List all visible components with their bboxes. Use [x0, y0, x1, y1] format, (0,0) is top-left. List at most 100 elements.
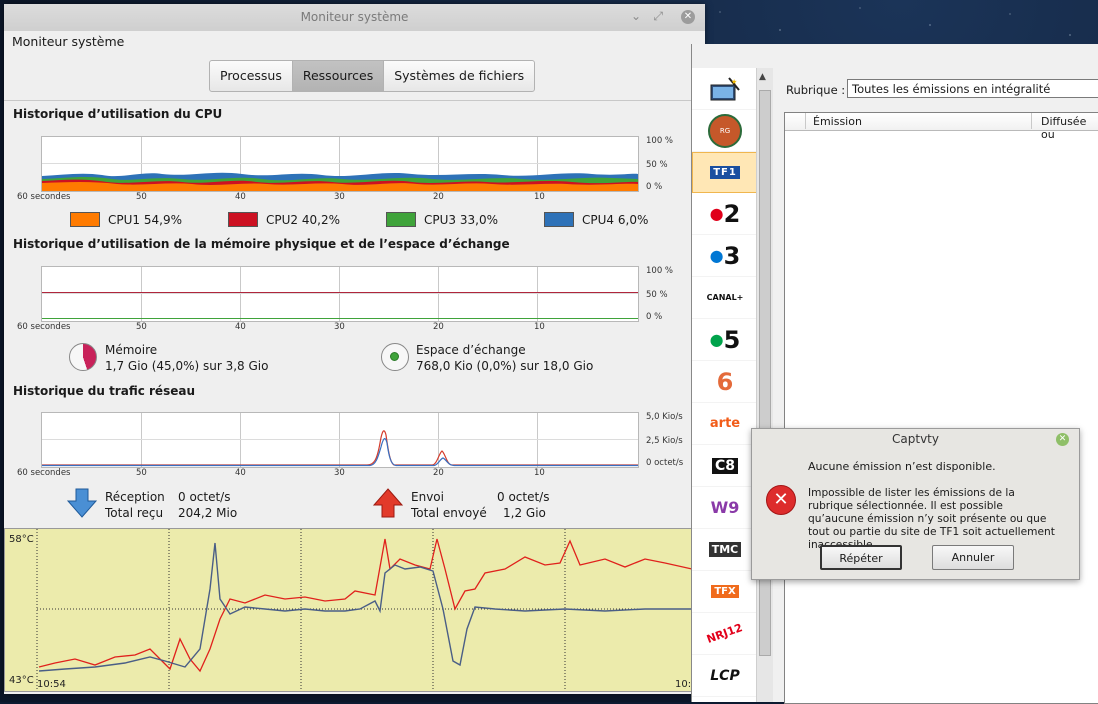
mem-x-tick: 10 — [534, 322, 545, 332]
c8-logo: C8 — [711, 457, 738, 474]
upload-arrow-icon — [373, 488, 403, 518]
channel-nrj12[interactable]: NRJ12 — [692, 613, 758, 655]
cpu-x-tick: 50 — [136, 192, 147, 202]
dialog-message-title: Aucune émission n’est disponible. — [808, 460, 996, 473]
emission-list[interactable]: Émission Diffusée ou — [784, 112, 1098, 704]
close-icon[interactable]: ✕ — [681, 10, 695, 24]
net-x-tick: 60 secondes — [17, 468, 71, 478]
cpu3-value: 33,0% — [459, 212, 498, 227]
rubrique-label: Rubrique : — [786, 83, 846, 97]
svg-text:★: ★ — [731, 78, 737, 86]
cpu3-swatch[interactable] — [386, 212, 416, 227]
net-y-tick: 0 octet/s — [646, 458, 684, 468]
tab-systemes-de-fichiers[interactable]: Systèmes de fichiers — [384, 61, 534, 91]
channel-tf1[interactable]: TF1 — [692, 152, 758, 193]
tab-bar: Processus Ressources Systèmes de fichier… — [209, 60, 536, 92]
total-received-value: 204,2 Mio — [178, 506, 238, 520]
channel-arte[interactable]: arte — [692, 403, 758, 445]
mem-x-tick: 30 — [334, 322, 345, 332]
swap-label: Espace d’échange — [416, 343, 526, 357]
cpu3-legend[interactable]: CPU3 33,0% — [386, 212, 498, 227]
temp-max-label: 58°C — [9, 534, 34, 545]
memory-value: 1,7 Gio (45,0%) sur 3,8 Gio — [105, 359, 269, 373]
cpu-x-tick: 60 secondes — [17, 192, 71, 202]
cpu1-legend[interactable]: CPU1 54,9% — [70, 212, 182, 227]
minimize-icon[interactable]: ⌄ — [631, 9, 641, 23]
channel-france-2[interactable]: ● 2 — [692, 193, 758, 235]
swap-pie-icon[interactable] — [381, 343, 409, 371]
mem-y-tick: 0 % — [646, 312, 663, 322]
cpu2-legend[interactable]: CPU2 40,2% — [228, 212, 340, 227]
memory-graph — [41, 266, 639, 322]
net-x-tick: 20 — [433, 468, 444, 478]
channel-w9[interactable]: W9 — [692, 487, 758, 529]
channel-tmc[interactable]: TMC — [692, 529, 758, 571]
cpu-x-tick: 20 — [433, 192, 444, 202]
tab-ressources[interactable]: Ressources — [292, 61, 385, 91]
cpu4-legend[interactable]: CPU4 6,0% — [544, 212, 648, 227]
cpu4-swatch[interactable] — [544, 212, 574, 227]
separator — [4, 100, 705, 101]
channel-m6[interactable]: 6 — [692, 361, 758, 403]
rubrique-select[interactable]: Toutes les émissions en intégralité — [847, 79, 1098, 98]
memory-info: Mémoire 1,7 Gio (45,0%) sur 3,8 Gio — [105, 342, 268, 374]
dialog-title: Captvty — [892, 432, 939, 446]
memory-usage-line — [42, 292, 638, 293]
cpu4-label: CPU4 — [582, 212, 615, 227]
w9-logo: W9 — [710, 498, 740, 517]
channel-all[interactable]: ★ — [692, 68, 758, 110]
close-icon[interactable]: ✕ — [1056, 433, 1069, 446]
cpu2-swatch[interactable] — [228, 212, 258, 227]
channel-scrollbar[interactable]: ▲ — [756, 68, 773, 702]
channel-roland-garros[interactable]: RG — [692, 110, 758, 152]
m6-logo: 6 — [716, 367, 734, 396]
channel-tfx[interactable]: TFX — [692, 571, 758, 613]
total-received-label: Total reçu — [105, 506, 164, 520]
channel-france-3[interactable]: ● 3 — [692, 235, 758, 277]
download-arrow-icon — [67, 488, 97, 518]
cpu3-label: CPU3 — [424, 212, 457, 227]
send-info: Envoi 0 octet/s Total envoyé 1,2 Gio — [411, 489, 586, 521]
mem-x-tick: 40 — [235, 322, 246, 332]
france2-dot-icon: ● — [709, 204, 724, 223]
column-diffusee[interactable]: Diffusée ou — [1041, 115, 1098, 141]
cpu4-value: 6,0% — [617, 212, 649, 227]
france5-logo: 5 — [723, 325, 741, 354]
cpu-y-tick: 100 % — [646, 136, 674, 146]
mem-x-tick: 50 — [136, 322, 147, 332]
retry-button[interactable]: Répéter — [820, 545, 902, 570]
scroll-up-icon[interactable]: ▲ — [759, 72, 766, 82]
channel-canal-plus[interactable]: CANAL+ — [692, 277, 758, 319]
channel-sidebar: ★ RG TF1 ● 2 ● 3 CANAL+ ● 5 6 arte C8 W9… — [692, 68, 758, 702]
dialog-title-bar[interactable]: Captvty ✕ — [752, 429, 1079, 450]
cpu-graph — [41, 136, 639, 192]
lcp-logo: LCP — [710, 667, 740, 684]
list-header-check-column[interactable] — [785, 113, 806, 129]
mem-y-tick: 50 % — [646, 290, 668, 300]
menu-app[interactable]: Moniteur système — [12, 34, 124, 49]
mem-x-tick: 20 — [433, 322, 444, 332]
nrj12-logo: NRJ12 — [705, 621, 745, 646]
channel-lcp[interactable]: LCP — [692, 655, 758, 697]
france2-logo: 2 — [723, 199, 741, 228]
cpu-x-tick: 40 — [235, 192, 246, 202]
channel-c8[interactable]: C8 — [692, 445, 758, 487]
mem-y-tick: 100 % — [646, 266, 674, 276]
cpu1-swatch[interactable] — [70, 212, 100, 227]
title-bar[interactable]: Moniteur système ⌄ ⤢ ✕ — [4, 4, 705, 31]
send-value: 0 octet/s — [497, 490, 550, 504]
channel-france-5[interactable]: ● 5 — [692, 319, 758, 361]
list-header: Émission Diffusée ou — [785, 113, 1098, 141]
net-x-tick: 10 — [534, 468, 545, 478]
memory-section-title: Historique d’utilisation de la mémoire p… — [13, 237, 510, 251]
network-section-title: Historique du trafic réseau — [13, 384, 195, 398]
memory-pie-icon[interactable] — [69, 343, 97, 371]
cancel-button[interactable]: Annuler — [932, 545, 1014, 570]
column-emission[interactable]: Émission — [813, 115, 862, 128]
maximize-icon[interactable]: ⤢ — [653, 9, 663, 24]
tab-processus[interactable]: Processus — [210, 61, 293, 91]
france3-logo: 3 — [723, 241, 741, 270]
temp-min-label: 43°C — [9, 675, 34, 686]
cpu-x-tick: 30 — [334, 192, 345, 202]
magic-tv-icon: ★ — [710, 76, 740, 100]
